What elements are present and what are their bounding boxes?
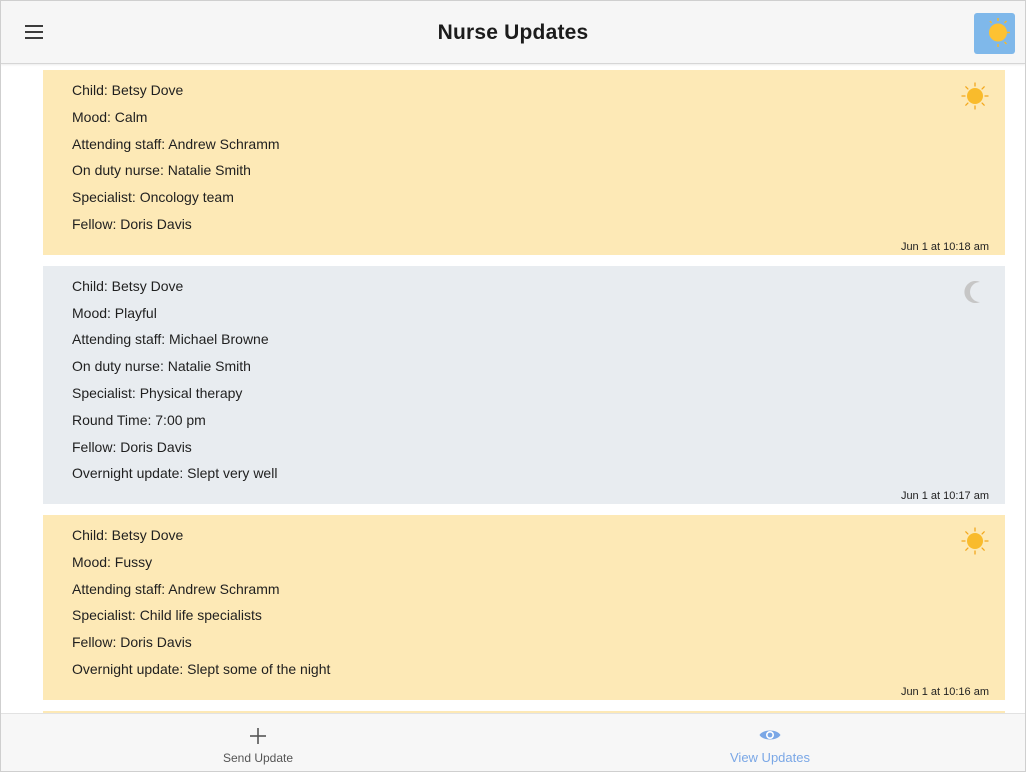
attending-staff-line: Attending staff: Andrew Schramm: [72, 136, 280, 152]
send-update-label: Send Update: [222, 751, 294, 765]
update-card: Child: Betsy Dove Mood: Playful Attendin…: [43, 266, 1005, 504]
eye-icon: [758, 724, 782, 748]
app-window: Nurse Updates Child: Betsy Dove Mood: Ca…: [0, 0, 1026, 772]
fellow-line: Fellow: Doris Davis: [72, 634, 192, 650]
specialist-line: Specialist: Child life specialists: [72, 607, 262, 623]
timestamp: Jun 1 at 10:16 am: [900, 686, 989, 698]
send-update-tab[interactable]: Send Update: [158, 714, 358, 771]
updates-list[interactable]: Child: Betsy Dove Mood: Calm Attending s…: [1, 64, 1025, 713]
bottom-navigation: Send Update View Updates: [1, 713, 1025, 771]
overnight-update-line: Overnight update: Slept some of the nigh…: [72, 661, 331, 677]
specialist-line: Specialist: Physical therapy: [72, 385, 243, 401]
update-card: Child: Betsy Dove Mood: Calm Attending s…: [43, 70, 1005, 255]
child-line: Child: Betsy Dove: [72, 82, 184, 98]
timestamp: Jun 1 at 10:18 am: [900, 241, 989, 253]
round-time-line: Round Time: 7:00 pm: [72, 412, 206, 428]
attending-staff-line: Attending staff: Michael Browne: [72, 331, 269, 347]
sun-icon: [961, 82, 989, 110]
attending-staff-line: Attending staff: Andrew Schramm: [72, 581, 280, 597]
mood-line: Mood: Fussy: [72, 554, 153, 570]
on-duty-nurse-line: On duty nurse: Natalie Smith: [72, 162, 251, 178]
specialist-line: Specialist: Oncology team: [72, 189, 234, 205]
overnight-update-line: Overnight update: Slept very well: [72, 465, 278, 481]
view-updates-tab[interactable]: View Updates: [670, 714, 870, 771]
app-bar: Nurse Updates: [1, 1, 1025, 64]
on-duty-nurse-line: On duty nurse: Natalie Smith: [72, 358, 251, 374]
sun-moon-toggle-icon[interactable]: [974, 13, 1015, 54]
timestamp: Jun 1 at 10:17 am: [900, 490, 989, 502]
plus-icon: [246, 724, 270, 748]
mood-line: Mood: Playful: [72, 305, 157, 321]
update-card: Child: Betsy Dove Mood: Fussy Attending …: [43, 515, 1005, 700]
sun-icon: [961, 527, 989, 555]
mood-line: Mood: Calm: [72, 109, 148, 125]
fellow-line: Fellow: Doris Davis: [72, 216, 192, 232]
moon-icon: [961, 278, 989, 306]
view-updates-label: View Updates: [730, 750, 810, 765]
page-title: Nurse Updates: [437, 21, 589, 44]
child-line: Child: Betsy Dove: [72, 278, 184, 294]
fellow-line: Fellow: Doris Davis: [72, 439, 192, 455]
child-line: Child: Betsy Dove: [72, 527, 184, 543]
